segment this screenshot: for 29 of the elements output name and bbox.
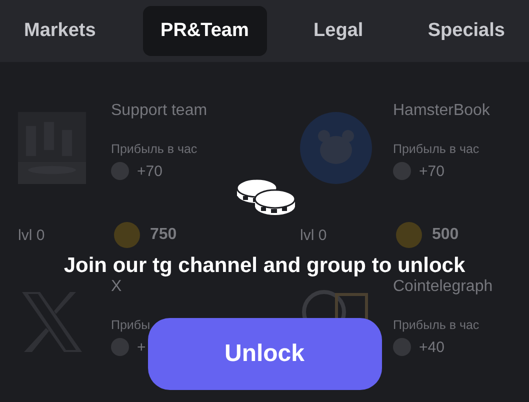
profit-value: +40 <box>419 338 444 356</box>
profit-label: Прибыль в час <box>111 142 198 156</box>
coin-icon <box>111 338 129 356</box>
coin-icon <box>396 222 422 248</box>
price-value: 500 <box>432 226 459 244</box>
level-label: lvl 0 <box>18 226 46 244</box>
profit-value: + <box>137 338 146 356</box>
tab[interactable]: Legal <box>296 6 382 56</box>
coin-icon <box>114 222 140 248</box>
level-label: lvl 0 <box>300 226 328 244</box>
hamster-icon <box>300 112 372 184</box>
card-title: Support team <box>111 102 208 120</box>
profit-value: +70 <box>419 162 444 180</box>
tab[interactable]: Markets <box>6 6 114 56</box>
profit-label: Прибыль в час <box>393 318 480 332</box>
coin-icon <box>111 162 129 180</box>
card-title: HamsterBook <box>393 102 490 120</box>
card-title: Cointelegraph <box>393 278 493 296</box>
coin-icon <box>393 162 411 180</box>
profit-label: Прибыль в час <box>393 142 480 156</box>
unlock-message: Join our tg channel and group to unlock <box>64 254 466 278</box>
price-value: 750 <box>150 226 177 244</box>
tab[interactable]: PR&Team <box>142 6 267 56</box>
profit-value: +70 <box>137 162 162 180</box>
tab[interactable]: Specials <box>410 6 523 56</box>
profit-label: Прибы <box>111 318 150 332</box>
coin-icon <box>393 338 411 356</box>
card-title: X <box>111 278 123 296</box>
unlock-button[interactable]: Unlock <box>148 318 382 390</box>
